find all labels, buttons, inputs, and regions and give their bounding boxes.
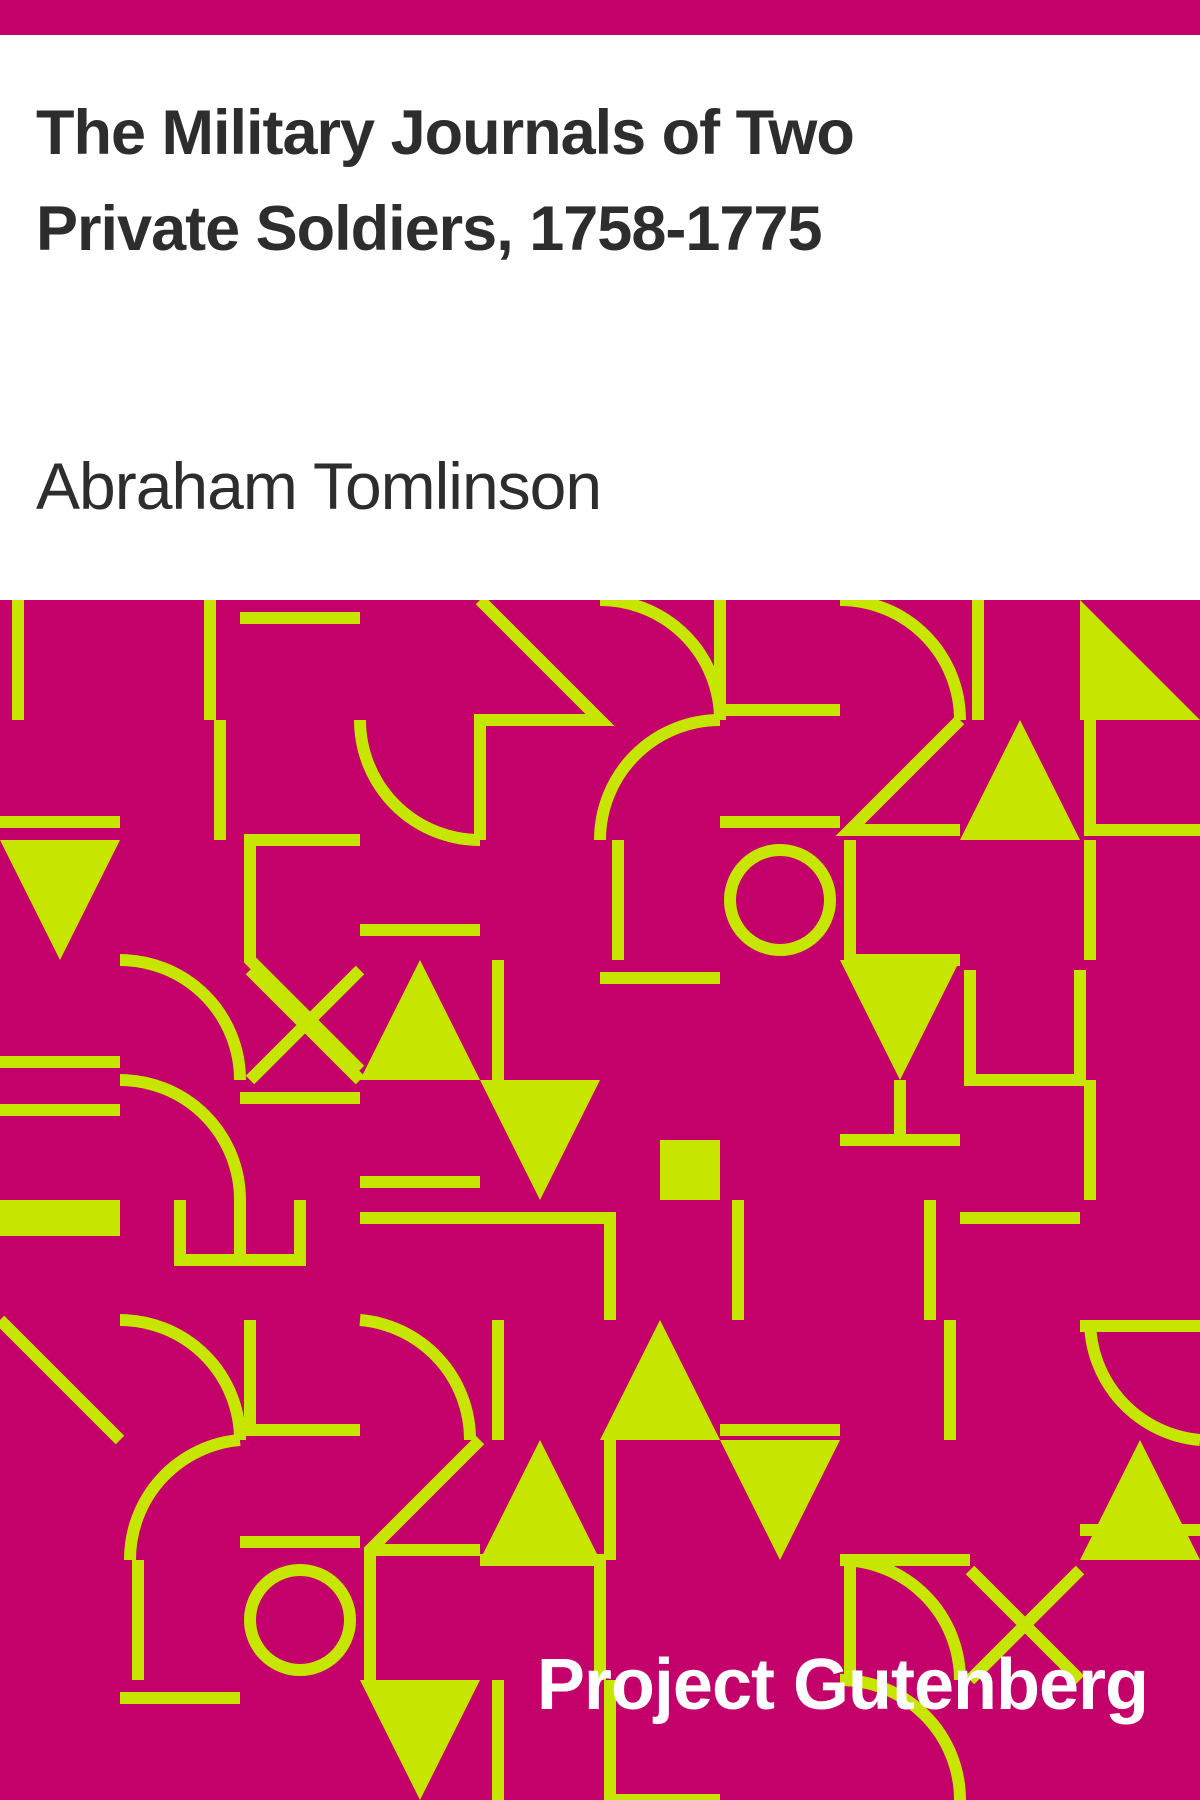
book-title: The Military Journals of Two Private Sol…: [36, 98, 855, 264]
book-author: Abraham Tomlinson: [36, 449, 602, 523]
publisher-name: Project Gutenberg: [536, 1645, 1149, 1725]
top-color-bar: [0, 0, 1200, 35]
decorative-pattern: [0, 600, 1200, 1800]
